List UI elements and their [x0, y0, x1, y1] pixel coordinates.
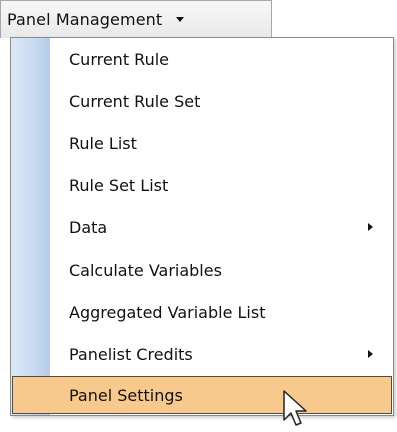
menu-header-label: Panel Management — [7, 10, 163, 29]
menu-item-label: Rule List — [69, 133, 137, 153]
caret-down-icon — [176, 17, 185, 22]
menu-item-label: Panel Settings — [69, 385, 183, 405]
dropdown-menu: Current Rule Current Rule Set Rule List … — [10, 37, 394, 416]
menu-item-rule-list[interactable]: Rule List — [11, 124, 393, 162]
menu-item-label: Rule Set List — [69, 175, 169, 195]
pointer-icon — [283, 390, 307, 426]
menu-item-label: Panelist Credits — [69, 344, 193, 364]
menu-item-current-rule[interactable]: Current Rule — [11, 40, 393, 78]
submenu-arrow-icon — [368, 350, 373, 358]
menu-header-panel-management[interactable]: Panel Management — [0, 0, 272, 38]
menu-item-label: Data — [69, 217, 108, 237]
menu-item-rule-set-list[interactable]: Rule Set List — [11, 166, 393, 204]
menu-screen: Panel Management Current Rule Current Ru… — [0, 0, 397, 432]
menu-item-label: Aggregated Variable List — [69, 302, 266, 322]
menu-item-panel-settings[interactable]: Panel Settings — [12, 376, 392, 414]
menu-item-label: Current Rule — [69, 49, 170, 69]
menu-item-data[interactable]: Data — [11, 208, 393, 246]
menu-item-current-rule-set[interactable]: Current Rule Set — [11, 82, 393, 120]
menu-item-label: Current Rule Set — [69, 91, 201, 111]
menu-item-aggregated-variable-list[interactable]: Aggregated Variable List — [11, 293, 393, 331]
submenu-arrow-icon — [368, 223, 373, 231]
menu-item-panelist-credits[interactable]: Panelist Credits — [11, 335, 393, 373]
menu-item-calculate-variables[interactable]: Calculate Variables — [11, 251, 393, 289]
menu-item-label: Calculate Variables — [69, 260, 222, 280]
menu-items: Current Rule Current Rule Set Rule List … — [11, 38, 393, 415]
